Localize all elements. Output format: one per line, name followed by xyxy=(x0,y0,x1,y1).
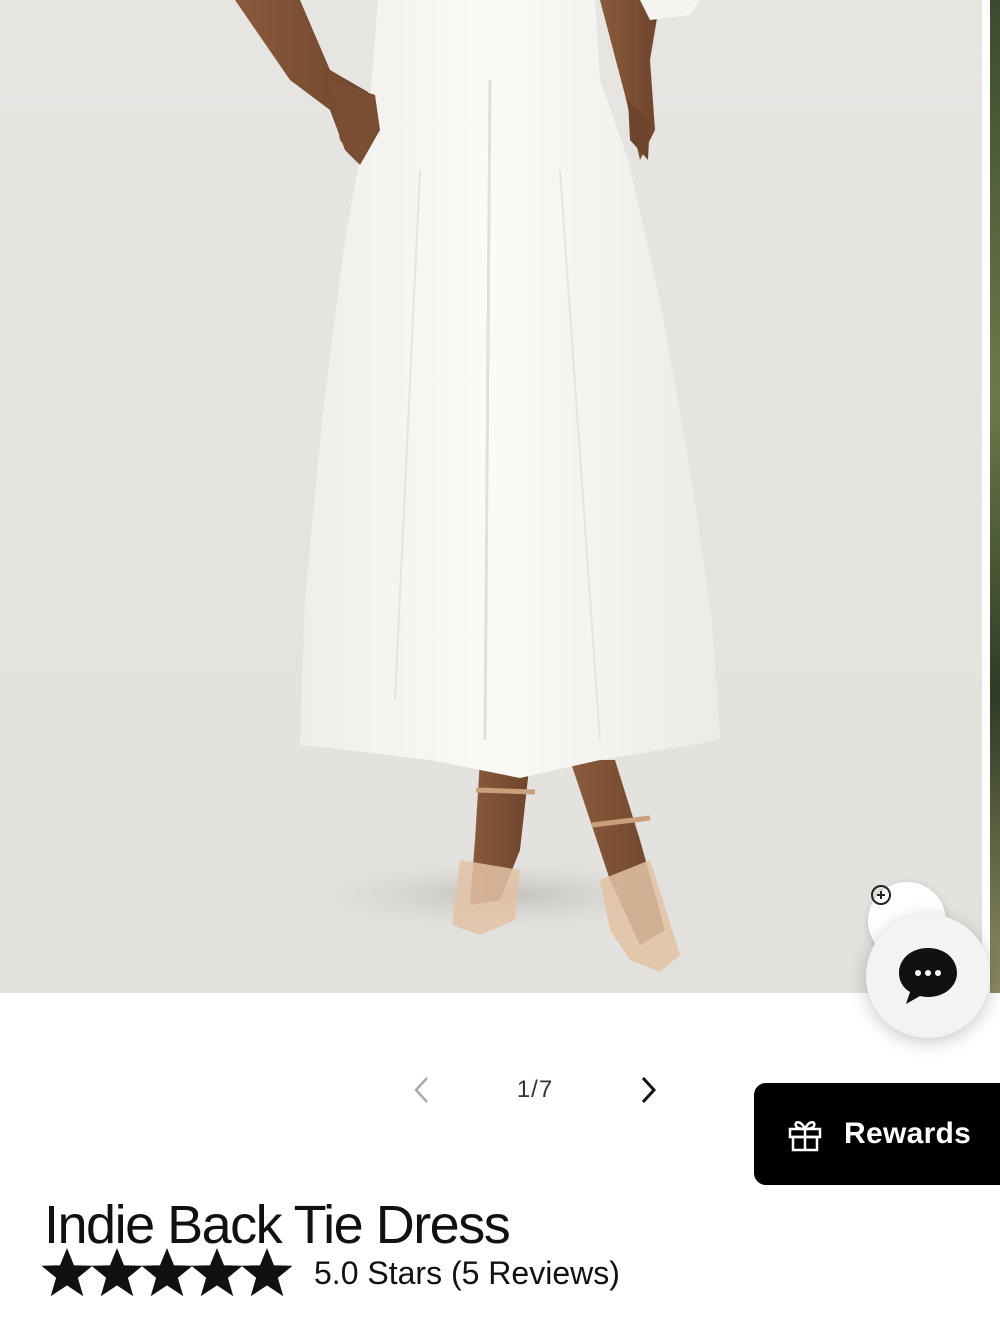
star-icon xyxy=(92,1248,142,1297)
rewards-label: Rewards xyxy=(844,1117,972,1150)
star-icon xyxy=(242,1248,292,1297)
gift-icon xyxy=(788,1121,822,1152)
product-title: Indie Back Tie Dress xyxy=(44,1195,511,1256)
chat-bubble-icon xyxy=(899,948,957,1004)
product-rating[interactable]: 5.0 Stars (5 Reviews) xyxy=(42,1248,620,1298)
star-icon xyxy=(142,1248,192,1297)
previous-image-button[interactable] xyxy=(400,1068,444,1112)
product-image[interactable] xyxy=(0,0,982,993)
next-image-peek xyxy=(990,0,1000,993)
next-image-button[interactable] xyxy=(626,1068,670,1112)
gallery-pager: 1/7 xyxy=(400,1068,670,1112)
star-icon xyxy=(42,1248,92,1297)
chat-button[interactable] xyxy=(866,914,990,1038)
rating-text: 5.0 Stars (5 Reviews) xyxy=(314,1254,620,1291)
star-icon xyxy=(192,1248,242,1297)
zoom-icon xyxy=(871,885,891,905)
chevron-right-icon xyxy=(641,1076,657,1104)
rating-stars xyxy=(42,1248,292,1298)
dress-illustration xyxy=(235,0,730,972)
gallery-counter: 1/7 xyxy=(516,1076,554,1103)
rewards-button[interactable]: Rewards xyxy=(754,1083,1000,1185)
chevron-left-icon xyxy=(414,1077,428,1103)
